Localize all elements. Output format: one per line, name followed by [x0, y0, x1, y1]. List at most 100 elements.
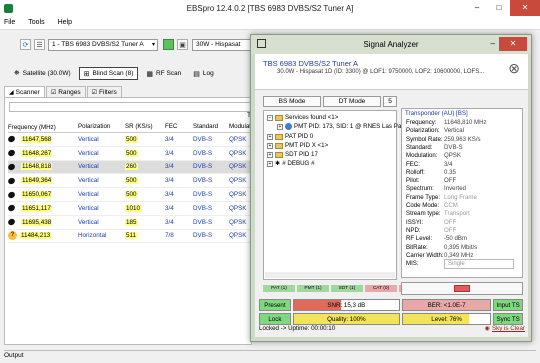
service-tree: − Services found <1> + PMT PID: 173, SID: … [263, 110, 414, 280]
present-indicator: Present [259, 299, 291, 311]
mis-select[interactable]: Single [444, 259, 514, 269]
property-value: QPSK [444, 152, 461, 160]
property-value: 11648,810 MHz [444, 119, 487, 126]
service-icon [285, 123, 292, 130]
close-button[interactable]: ✕ [510, 0, 540, 16]
menu-help[interactable]: Help [58, 19, 72, 26]
expand-icon: + [277, 123, 283, 130]
rf-scan-button[interactable]: ▦ RF Scan [142, 67, 185, 80]
col-modulation[interactable]: Modulation [229, 123, 259, 132]
col-standard[interactable]: Standard [193, 123, 229, 132]
dt-mode-button[interactable]: DT Mode [323, 96, 381, 107]
table-row[interactable]: 11651,117 Vertical 1010 3/4 DVB-S QPSK [8, 202, 252, 216]
disk-icon[interactable]: ▣ [177, 39, 188, 50]
table-header: Frequency (MHz) Polarization SR (KS/s) F… [8, 123, 259, 133]
analyzer-close-button[interactable]: ✕ [499, 37, 527, 51]
tab-ranges[interactable]: ☑ Ranges [45, 86, 86, 97]
signal-meters: Present SNR: 15,3 dB BER: <1.0E-7 Input … [259, 299, 525, 327]
cell-standard: DVB-S [193, 177, 213, 185]
property-row: Polarization: Vertical [406, 127, 464, 134]
scanner-icon: ◢ [9, 89, 14, 96]
refresh-icon[interactable]: ⟳ [20, 39, 31, 50]
col-frequency[interactable]: Frequency (MHz) [8, 123, 78, 132]
cell-frequency: 11651,117 [8, 204, 78, 212]
tree-node-sdt[interactable]: + SDT PID 17 [267, 151, 318, 158]
property-value: OFF [444, 177, 457, 185]
tree-node-services[interactable]: − Services found <1> [267, 114, 338, 121]
tree-node-debug[interactable]: + ✱ # DEBUG # [267, 160, 315, 167]
cell-modulation: QPSK [229, 218, 247, 226]
satellite-select[interactable]: 30W - Hispasat [192, 38, 256, 51]
device-detail: 30.0W - Hispasat 1D (ID: 3300) @ LOF1: 9… [277, 69, 485, 75]
sky-link[interactable]: Sky is Clear [492, 325, 525, 332]
tab-filters[interactable]: ☑ Filters [86, 86, 122, 97]
cell-fec: 3/4 [165, 149, 174, 157]
table-row[interactable]: 11648,267 Vertical 500 3/4 DVB-S QPSK [8, 147, 252, 161]
satellite-button[interactable]: ⛯ Satellite (30.0W) [10, 67, 75, 80]
record-indicator[interactable] [401, 282, 523, 295]
table-row[interactable]: ? 11484,213 Horizontal 511 7/8 DVB-S QPSK [8, 230, 252, 244]
dish-icon [8, 163, 18, 171]
property-value: Inverted [444, 185, 467, 193]
property-value: 3/4 [444, 160, 453, 168]
log-icon: ▤ [193, 70, 200, 78]
snr-meter: SNR: 15,3 dB [292, 299, 400, 311]
table-row[interactable]: 11695,438 Vertical 185 3/4 DVB-S QPSK [8, 216, 252, 230]
table-row[interactable]: 11649,364 Vertical 500 3/4 DVB-S QPSK [8, 174, 252, 189]
property-row: Code Mode: CCM [406, 202, 458, 209]
maximize-button[interactable]: □ [488, 0, 510, 16]
level-meter: Level: 76% [401, 313, 492, 325]
cell-frequency: 11648,818 [8, 163, 78, 171]
tree-scrollbar[interactable] [265, 272, 395, 278]
property-key: BitRate: [406, 243, 428, 251]
cell-sr: 260 [125, 163, 138, 171]
table-row[interactable]: 11648,818 Vertical 260 3/4 DVB-S QPSK [8, 160, 252, 175]
menu-file[interactable]: File [4, 19, 15, 26]
cell-sr: 500 [125, 149, 138, 157]
cell-standard: DVB-S [193, 163, 213, 171]
property-row: Spectrum: Inverted [406, 185, 466, 192]
table-row[interactable]: 11650,067 Vertical 500 3/4 DVB-S QPSK [8, 188, 252, 202]
property-row: RF Level: -50 dBm [406, 235, 467, 242]
col-fec[interactable]: FEC [165, 123, 193, 132]
col-sr[interactable]: SR (KS/s) [125, 123, 165, 132]
scanner-field[interactable] [9, 102, 269, 112]
blind-scan-button[interactable]: ⊞ Blind Scan (8) [78, 67, 139, 80]
property-row: Standard: DVB-S [406, 144, 463, 151]
tab-scanner[interactable]: ◢ Scanner [4, 86, 45, 97]
main-title-bar: EBSpro 12.4.0.2 [TBS 6983 DVBS/S2 Tuner … [0, 0, 540, 16]
property-row: Carrier Width: 0,349 MHz [406, 252, 473, 259]
tuner-select[interactable]: 1 - TBS 6983 DVBS/S2 Tuner A ▾ [48, 38, 158, 51]
table-row[interactable]: 11647,568 Vertical 500 3/4 DVB-S QPSK [8, 133, 252, 147]
property-value: Long Frame [444, 193, 477, 201]
folder-icon [275, 133, 283, 140]
tree-node-pmt-service[interactable]: + PMT PID: 173, SID: 1 @ RNES Las Palmas [277, 123, 414, 130]
cell-sr: 185 [125, 218, 138, 226]
tuner-status-icon [163, 39, 174, 50]
cell-modulation: QPSK [229, 149, 247, 157]
cell-frequency: 11649,364 [8, 177, 78, 185]
property-value: 259,963 KS/s [444, 135, 481, 143]
bs-mode-button[interactable]: BS Mode [263, 96, 321, 107]
cell-polarization: Vertical [78, 149, 99, 157]
expand-icon: + [267, 151, 273, 158]
stream-button[interactable]: 5 [383, 96, 397, 107]
log-button[interactable]: ▤ Log [189, 67, 217, 80]
settings-icon[interactable]: ☰ [34, 39, 45, 50]
minimize-button[interactable]: – [466, 0, 488, 16]
tree-node-pmt[interactable]: + PMT PID X <1> [267, 142, 328, 149]
property-key: Spectrum: [406, 185, 434, 193]
property-key: Frame Type: [406, 193, 441, 201]
menu-tools[interactable]: Tools [28, 19, 44, 26]
analyzer-body: TBS 6983 DVBS/S2 Tuner A 30.0W - Hispasa… [255, 54, 528, 337]
col-polarization[interactable]: Polarization [78, 123, 125, 132]
ranges-icon: ☑ [50, 89, 57, 96]
property-value: DVB-S [444, 143, 463, 151]
analyzer-minimize-button[interactable]: – [491, 39, 495, 48]
cell-sr: 1010 [125, 204, 142, 212]
tag-pmt: PMT (1) [297, 285, 329, 292]
transponder-properties: Transponder (AU) [BS] Frequency: 11648,81… [401, 108, 523, 278]
tree-node-pat[interactable]: + PAT PID 0 [267, 133, 313, 140]
cell-standard: DVB-S [193, 135, 213, 143]
chevron-down-icon: ▾ [151, 41, 155, 48]
